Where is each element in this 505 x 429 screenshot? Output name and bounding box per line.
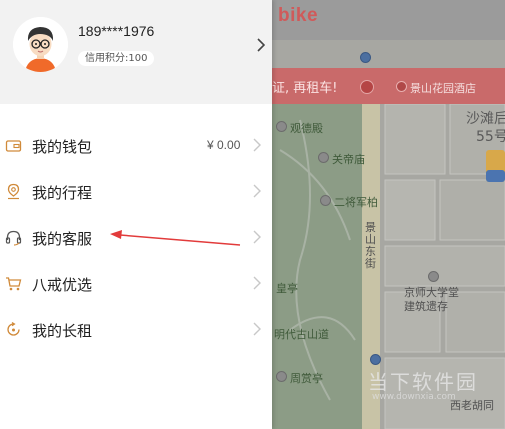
bus-icon	[360, 80, 374, 94]
menu-item-trips[interactable]: 我的行程	[0, 169, 272, 215]
watermark-url: www.downxia.com	[372, 392, 456, 402]
poi-icon[interactable]	[276, 121, 287, 132]
chevron-right-icon	[253, 184, 261, 198]
map-label-no55: 55号院	[476, 129, 505, 145]
wallet-icon	[5, 140, 22, 152]
credit-score-badge: 信用积分:100	[78, 51, 155, 66]
menu-item-customer-service[interactable]: 我的客服	[0, 215, 272, 261]
hotel-label: 景山花园酒店	[410, 82, 476, 95]
map-label-guandimiao: 关帝庙	[332, 153, 365, 166]
avatar[interactable]	[13, 17, 68, 72]
chevron-right-icon	[253, 230, 261, 244]
chevron-right-icon[interactable]	[257, 38, 265, 52]
menu-item-label: 我的行程	[32, 184, 93, 202]
wallet-balance: ¥ 0.00	[207, 138, 241, 152]
brand-logo: bike	[278, 5, 319, 26]
location-pin-icon	[7, 183, 20, 200]
profile-header[interactable]: 189****1976 信用积分:100	[0, 0, 272, 104]
poi-icon[interactable]	[276, 371, 287, 382]
menu-item-label: 我的长租	[32, 322, 93, 340]
rental-icon	[7, 321, 20, 336]
headset-icon	[5, 230, 22, 246]
side-drawer: 189****1976 信用积分:100 我的钱包 ¥ 0.00 我的行程 我的…	[0, 0, 272, 429]
poi-icon[interactable]	[428, 271, 439, 282]
chevron-right-icon	[253, 322, 261, 336]
map-label-shatan: 沙滩后	[466, 111, 505, 127]
menu-item-wallet[interactable]: 我的钱包 ¥ 0.00	[0, 123, 272, 169]
chevron-right-icon	[253, 276, 261, 290]
watermark-text: 当下软件园	[368, 370, 478, 394]
avatar-icon	[13, 17, 68, 72]
user-phone: 189****1976	[78, 23, 155, 39]
poi-icon[interactable]	[318, 152, 329, 163]
map-label-mingdai: 明代古山道	[274, 328, 329, 341]
map-label-guandedian: 观德殿	[290, 122, 323, 135]
menu-item-label: 我的钱包	[32, 138, 93, 156]
bus-stop-icon[interactable]	[360, 52, 371, 63]
map-label-zhoushang: 周赏亭	[290, 372, 323, 385]
menu-item-label: 我的客服	[32, 230, 93, 248]
map-label-jianzhu: 建筑遗存	[404, 300, 448, 313]
map-label-jingshan-street: 景山东街	[365, 221, 376, 270]
map-label-huangting: 皇亭	[276, 282, 298, 295]
map-label-xilao: 西老胡同	[450, 399, 494, 412]
chevron-right-icon	[253, 138, 261, 152]
bus-stop-icon[interactable]	[370, 354, 381, 365]
notice-banner-text: 证, 再租车!	[272, 81, 338, 96]
menu-item-label: 八戒优选	[32, 276, 93, 294]
menu-item-bajie-select[interactable]: 八戒优选	[0, 261, 272, 307]
menu-item-long-rental[interactable]: 我的长租	[0, 307, 272, 353]
poi-icon[interactable]	[320, 195, 331, 206]
shopping-cart-icon	[6, 277, 22, 291]
map-label-erjiangjunbai: 二将军柏	[334, 196, 378, 209]
hotel-icon	[396, 81, 407, 92]
